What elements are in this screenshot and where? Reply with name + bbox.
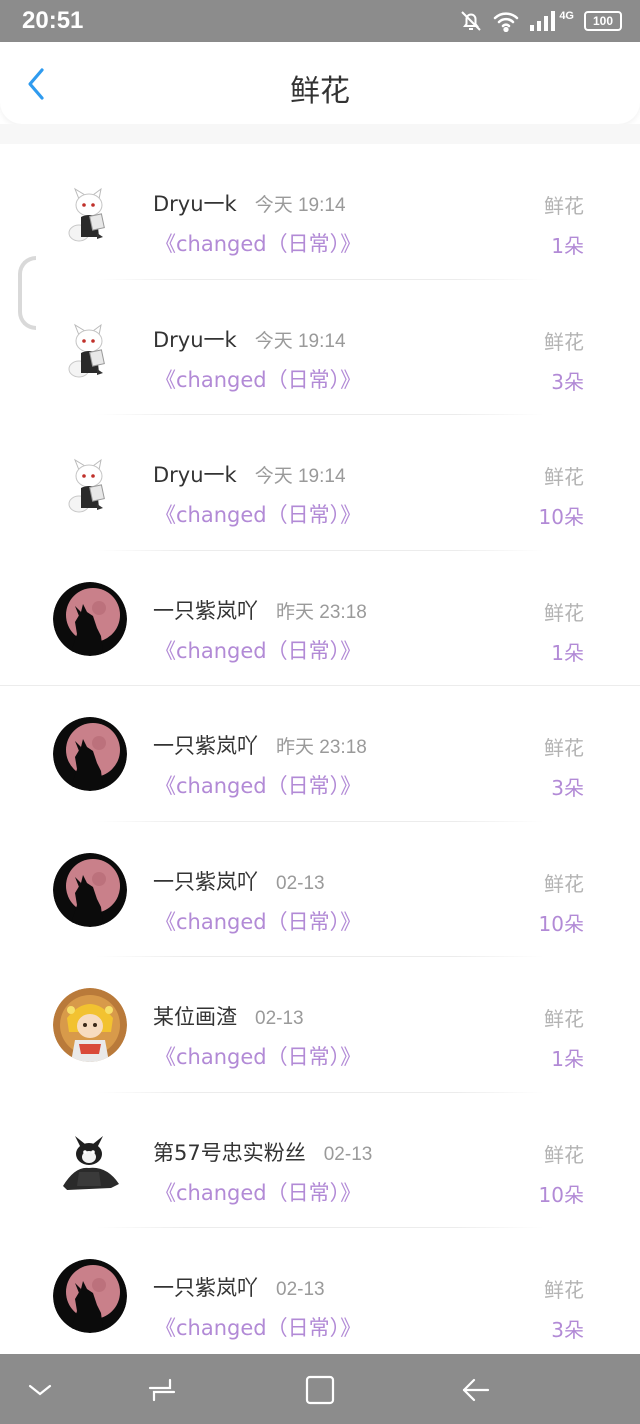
- header-gap: [0, 124, 640, 144]
- gift-type: 鲜花: [544, 600, 584, 625]
- user-name[interactable]: Dryu一k 今天 19:14: [153, 459, 346, 489]
- work-title-link[interactable]: 《changed（日常）》: [155, 1177, 361, 1207]
- gift-type: 鲜花: [544, 1142, 584, 1167]
- black-wolf-avatar[interactable]: [53, 1123, 127, 1198]
- wolf-moon-avatar[interactable]: [53, 1259, 127, 1333]
- user-name[interactable]: 一只紫岚吖 02-13: [153, 866, 325, 896]
- user-name-text[interactable]: Dryu一k: [153, 463, 237, 487]
- record-time: 02-13: [255, 1008, 304, 1029]
- record-time: 今天 19:14: [254, 195, 346, 216]
- user-name-text[interactable]: 一只紫岚吖: [153, 870, 258, 894]
- work-title-link[interactable]: 《changed（日常）》: [155, 499, 361, 529]
- list-item[interactable]: 一只紫岚吖 昨天 23:18 《changed（日常）》 鲜花 3朵: [0, 686, 640, 822]
- user-name[interactable]: 一只紫岚吖 昨天 23:18: [153, 595, 367, 625]
- work-title-link[interactable]: 《changed（日常）》: [155, 1312, 361, 1342]
- white-wolf-avatar[interactable]: [53, 310, 127, 385]
- page-title: 鲜花: [290, 74, 350, 109]
- home-icon[interactable]: [302, 1372, 338, 1408]
- record-time: 02-13: [323, 1143, 373, 1165]
- work-title-link[interactable]: 《changed（日常）》: [155, 1041, 361, 1071]
- user-name[interactable]: Dryu一k 今天 19:14: [153, 324, 346, 354]
- list-item[interactable]: 一只紫岚吖 02-13 《changed（日常）》 鲜花 3朵: [0, 1228, 640, 1354]
- gift-record-list[interactable]: Dryu一k 今天 19:14 《changed（日常）》 鲜花 1朵 Dryu一…: [0, 144, 640, 1354]
- side-drawer-handle[interactable]: [18, 256, 36, 330]
- gift-type: 鲜花: [544, 871, 584, 896]
- user-name-text[interactable]: Dryu一k: [153, 328, 237, 352]
- status-time: 20:51: [22, 7, 84, 34]
- gift-count: 1朵: [551, 1047, 584, 1071]
- list-item[interactable]: 一只紫岚吖 昨天 23:18 《changed（日常）》 鲜花 1朵: [0, 551, 640, 686]
- work-title-link[interactable]: 《changed（日常）》: [155, 635, 361, 665]
- user-name[interactable]: Dryu一k 今天 19:14: [153, 188, 346, 218]
- status-bar: 20:51 4G 100: [0, 0, 640, 42]
- record-time: 昨天 23:18: [276, 737, 367, 758]
- gift-type: 鲜花: [544, 1007, 584, 1031]
- work-title-link[interactable]: 《changed（日常）》: [155, 770, 361, 800]
- gift-type: 鲜花: [544, 736, 584, 760]
- user-name-text[interactable]: 一只紫岚吖: [153, 734, 258, 758]
- recents-icon[interactable]: [144, 1372, 180, 1408]
- gift-type: 鲜花: [544, 465, 584, 489]
- system-nav-bar: [0, 1354, 640, 1424]
- user-name-text[interactable]: Dryu一k: [153, 192, 237, 216]
- gift-count: 3朵: [551, 1318, 584, 1342]
- wolf-moon-avatar[interactable]: [53, 581, 127, 656]
- gift-count: 10朵: [538, 505, 584, 529]
- chevron-down-icon[interactable]: [22, 1372, 58, 1408]
- battery-icon: 100: [584, 11, 622, 31]
- wolf-moon-avatar[interactable]: [53, 717, 127, 791]
- gift-type: 鲜花: [544, 329, 584, 354]
- white-wolf-avatar[interactable]: [53, 175, 127, 249]
- gift-count: 3朵: [551, 776, 584, 800]
- user-name-text[interactable]: 某位画渣: [153, 1005, 237, 1029]
- record-time: 02-13: [276, 872, 325, 894]
- gift-type: 鲜花: [544, 1278, 584, 1302]
- gift-count: 1朵: [551, 640, 584, 665]
- wifi-icon: [493, 10, 519, 32]
- status-icons: 4G 100: [459, 6, 622, 36]
- user-name[interactable]: 某位画渣 02-13: [153, 1001, 304, 1031]
- list-item[interactable]: 某位画渣 02-13 《changed（日常）》 鲜花 1朵: [0, 957, 640, 1093]
- anime-girl-avatar[interactable]: [53, 988, 127, 1062]
- gift-count: 10朵: [538, 911, 584, 936]
- record-time: 昨天 23:18: [276, 601, 367, 623]
- gift-type: 鲜花: [544, 194, 584, 218]
- user-name[interactable]: 第57号忠实粉丝 02-13: [153, 1137, 372, 1167]
- list-item[interactable]: Dryu一k 今天 19:14 《changed（日常）》 鲜花 1朵: [0, 144, 640, 280]
- network-type: 4G: [559, 10, 574, 22]
- list-item[interactable]: Dryu一k 今天 19:14 《changed（日常）》 鲜花 10朵: [0, 415, 640, 551]
- bell-off-icon: [459, 9, 483, 33]
- signal-icon: [529, 10, 557, 32]
- work-title-link[interactable]: 《changed（日常）》: [155, 228, 361, 258]
- record-time: 今天 19:14: [254, 466, 346, 487]
- white-wolf-avatar[interactable]: [53, 446, 127, 520]
- record-time: 今天 19:14: [254, 330, 346, 352]
- list-item[interactable]: 一只紫岚吖 02-13 《changed（日常）》 鲜花 10朵: [0, 822, 640, 957]
- record-time: 02-13: [276, 1279, 325, 1300]
- gift-count: 10朵: [538, 1182, 584, 1207]
- battery-level: 100: [592, 14, 614, 28]
- work-title-link[interactable]: 《changed（日常）》: [155, 364, 361, 394]
- back-arrow-icon[interactable]: [458, 1372, 494, 1408]
- user-name[interactable]: 一只紫岚吖 02-13: [153, 1272, 325, 1302]
- gift-count: 1朵: [551, 234, 584, 258]
- user-name-text[interactable]: 第57号忠实粉丝: [153, 1141, 306, 1165]
- user-name-text[interactable]: 一只紫岚吖: [153, 599, 258, 623]
- work-title-link[interactable]: 《changed（日常）》: [155, 906, 361, 936]
- list-item[interactable]: 第57号忠实粉丝 02-13 《changed（日常）》 鲜花 10朵: [0, 1093, 640, 1228]
- header: 鲜花: [0, 42, 640, 124]
- list-item[interactable]: Dryu一k 今天 19:14 《changed（日常）》 鲜花 3朵: [0, 280, 640, 415]
- wolf-moon-avatar[interactable]: [53, 852, 127, 927]
- user-name[interactable]: 一只紫岚吖 昨天 23:18: [153, 730, 367, 760]
- gift-count: 3朵: [551, 369, 584, 394]
- user-name-text[interactable]: 一只紫岚吖: [153, 1276, 258, 1300]
